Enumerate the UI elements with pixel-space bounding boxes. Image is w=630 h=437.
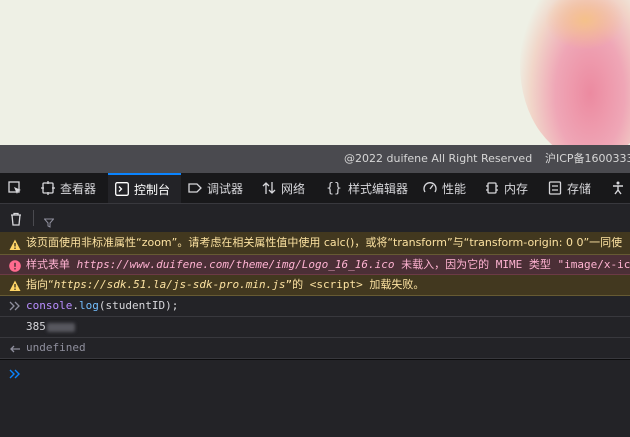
tab-network[interactable]: 网络 [262,173,320,203]
style-editor-icon: {} [326,180,342,196]
warning-icon [9,237,21,250]
tab-storage-label: 存储 [567,181,592,196]
tab-performance-label: 性能 [442,181,467,196]
tab-debugger-label: 调试器 [207,181,244,196]
error-text: 样式表单 https://www.duifene.com/theme/img/L… [26,255,630,274]
console-filter-bar [0,204,630,233]
console-log-output: 385 [0,317,630,338]
error-text-prefix: 样式表单 [26,258,77,271]
tab-inspector[interactable]: 查看器 [35,173,105,203]
trash-icon[interactable] [9,211,23,226]
warning-text-prefix: 指向“ [26,278,54,291]
code-function: log [78,299,99,312]
return-value: undefined [26,341,86,354]
return-arrow-icon [9,342,21,354]
tab-storage[interactable]: 存储 [548,173,603,203]
element-picker-icon [8,181,22,195]
warning-url-link[interactable]: https://sdk.51.la/js-sdk-pro.min.js [54,278,286,291]
tab-memory-label: 内存 [504,181,529,196]
code-dot: . [72,299,79,312]
console-input-code: console.log(studentID); [26,296,178,316]
warning-text-suffix: ”的 <script> 加载失败。 [285,278,425,291]
code-object: console [26,299,73,312]
tab-network-label: 网络 [281,181,306,196]
toolbar-divider [33,210,34,226]
console-warning-message: 指向“https://sdk.51.la/js-sdk-pro.min.js”的… [0,275,630,296]
page-footer: @2022 duifene All Right Reserved 沪ICP备16… [0,145,630,173]
console-warning-message: 该页面使用非标准属性“zoom”。请考虑在相关属性值中使用 calc()，或将“… [0,232,630,255]
accessibility-button[interactable] [609,173,627,203]
console-return-entry: undefined [0,338,630,359]
tab-memory[interactable]: 内存 [485,173,541,203]
filter-output-input[interactable] [40,208,360,230]
console-error-message: 样式表单 https://www.duifene.com/theme/img/L… [0,255,630,275]
log-output: 385 [26,317,75,337]
footer-copyright: @2022 duifene All Right Reserved [344,152,533,165]
console-icon [115,182,129,196]
error-url-link[interactable]: https://www.duifene.com/theme/img/Logo_1… [77,258,395,271]
performance-icon [423,181,437,195]
tab-console-label: 控制台 [134,182,171,197]
memory-icon [485,181,499,195]
element-picker-button[interactable] [0,173,30,203]
webpage-content [0,0,630,145]
chevron-right-icon [9,300,21,312]
error-text-suffix: 未载入，因为它的 MIME 类型 "image/x-icon" 不是 [401,258,630,271]
debugger-icon [188,181,202,195]
code-args: (studentID); [98,299,179,312]
console-input-area[interactable] [0,360,630,437]
tab-inspector-label: 查看器 [60,181,97,196]
tab-performance[interactable]: 性能 [423,173,479,203]
inspector-icon [41,181,55,195]
redacted-value [46,322,75,332]
log-output-value: 385 [26,320,46,333]
tab-debugger[interactable]: 调试器 [188,173,256,203]
network-icon [262,181,276,195]
devtools-toolbar: 查看器 控制台 调试器 网络 {} 样式编辑器 性能 内存 存储 [0,173,630,204]
chevron-right-icon [9,365,21,379]
footer-icp[interactable]: 沪ICP备1600333 [545,145,630,173]
tab-style-editor-label: 样式编辑器 [348,181,409,196]
accessibility-icon [611,181,625,195]
storage-icon [548,181,562,195]
warning-text: 该页面使用非标准属性“zoom”。请考虑在相关属性值中使用 calc()，或将“… [26,236,623,249]
warning-text: 指向“https://sdk.51.la/js-sdk-pro.min.js”的… [26,275,424,295]
error-icon [9,259,21,272]
tab-console[interactable]: 控制台 [108,173,181,203]
warning-icon [9,279,21,291]
console-input-entry: console.log(studentID); [0,296,630,317]
tab-style-editor[interactable]: {} 样式编辑器 [325,173,417,203]
